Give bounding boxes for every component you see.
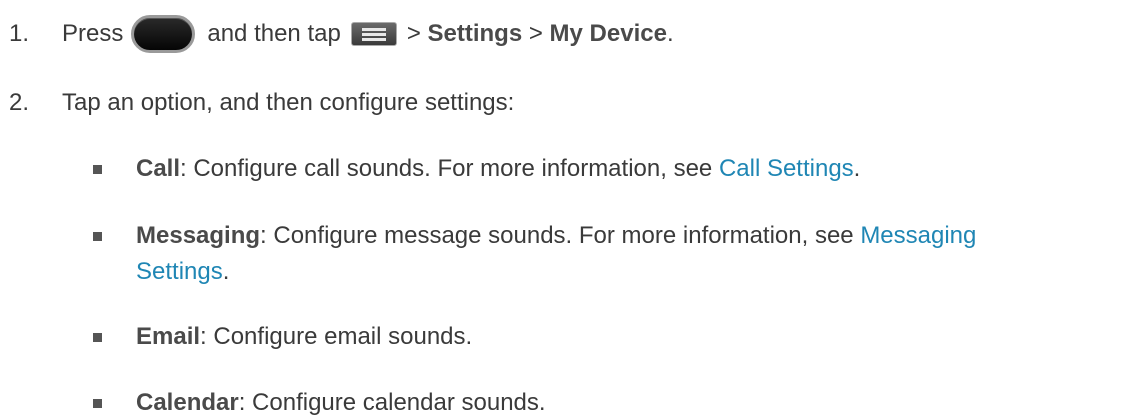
- option-desc: : Configure message sounds. For more inf…: [260, 222, 861, 249]
- option-text: Email: Configure email sounds.: [136, 322, 472, 352]
- settings-label: Settings: [427, 20, 523, 47]
- bullet-icon: [93, 399, 102, 408]
- bullet-icon: [93, 165, 102, 174]
- option-desc: : Configure calendar sounds.: [238, 389, 546, 415]
- press-text: Press: [62, 20, 124, 47]
- home-key-icon: [131, 15, 196, 53]
- option-text: Call: Configure call sounds. For more in…: [136, 154, 860, 184]
- bullet-icon: [93, 333, 102, 342]
- option-text: Messaging: Configure message sounds. For…: [136, 221, 976, 251]
- messaging-settings-link-continued[interactable]: Settings: [136, 258, 223, 285]
- separator: >: [528, 20, 543, 47]
- separator: >: [406, 20, 421, 47]
- messaging-settings-link[interactable]: Messaging: [860, 222, 976, 249]
- step-number: 1.: [9, 20, 30, 47]
- option-name: Calendar: [136, 389, 239, 415]
- step-2-text: Tap an option, and then configure settin…: [62, 89, 515, 116]
- option-desc: : Configure email sounds.: [200, 323, 473, 350]
- period: .: [222, 258, 230, 285]
- option-text-continued: Settings.: [136, 257, 229, 287]
- option-name: Messaging: [136, 222, 261, 249]
- call-settings-link[interactable]: Call Settings: [719, 155, 854, 182]
- step-1-text: Press and then tap > Settings > My Devic…: [62, 15, 674, 53]
- option-desc: : Configure call sounds. For more inform…: [180, 155, 719, 182]
- option-name: Call: [136, 155, 181, 182]
- option-name: Email: [136, 323, 201, 350]
- bullet-icon: [93, 232, 102, 241]
- period: .: [853, 155, 861, 182]
- my-device-label: My Device: [549, 20, 667, 47]
- menu-key-icon: [350, 22, 397, 46]
- and-then-tap-text: and then tap: [207, 20, 341, 47]
- option-text: Calendar: Configure calendar sounds.: [136, 388, 546, 415]
- period: .: [666, 20, 674, 47]
- step-number: 2.: [9, 89, 30, 116]
